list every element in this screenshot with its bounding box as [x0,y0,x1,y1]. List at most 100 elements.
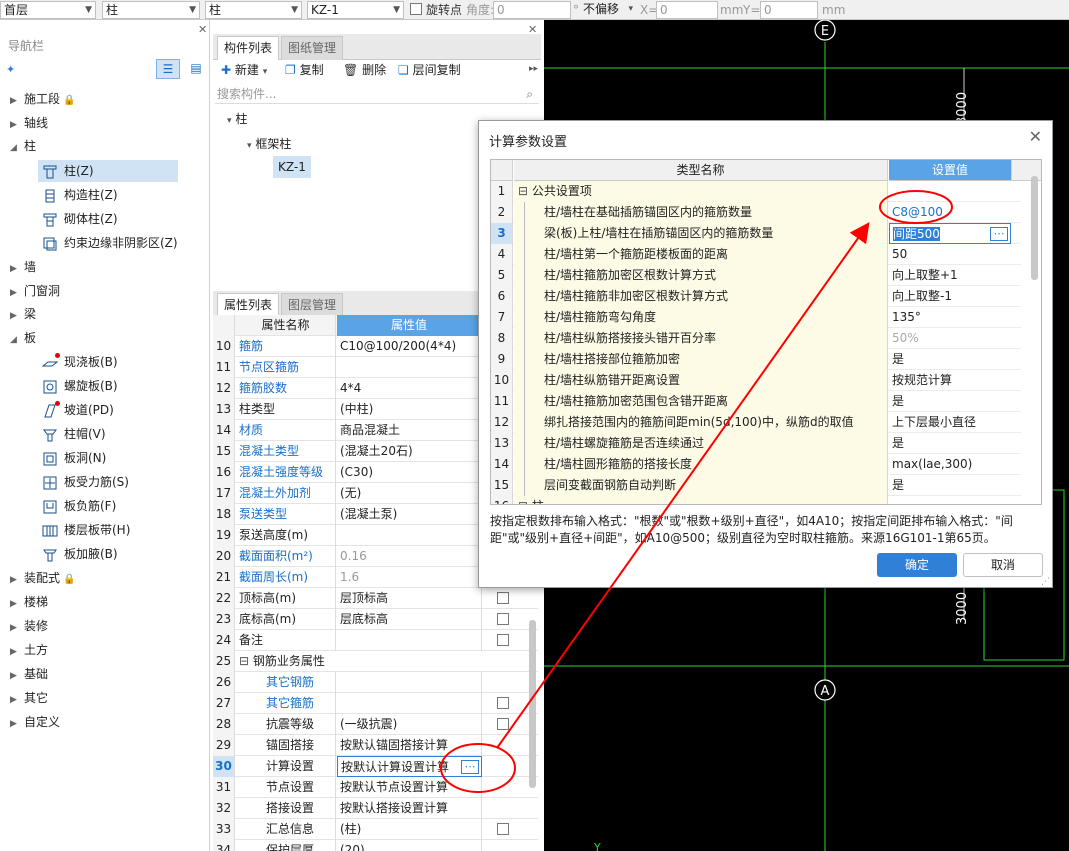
property-value[interactable]: 按默认节点设置计算 [337,777,482,798]
setting-row[interactable]: 2 柱/墙柱在基础插筋锚固区内的箍筋数量 C8@100 [491,202,1021,223]
setting-row[interactable]: 5 柱/墙柱箍筋加密区根数计算方式 向上取整+1 [491,265,1021,286]
nav-group-wall[interactable]: ▶ 墙 [0,256,36,278]
attach-checkbox[interactable] [497,634,509,646]
pin-icon[interactable]: ✦ [6,63,15,76]
property-value[interactable] [337,693,482,714]
tab-component-list[interactable]: 构件列表 [217,36,280,60]
category-select[interactable]: 柱 ▼ [102,1,200,19]
property-value[interactable]: (C30) [337,462,482,483]
nav-group-stairs[interactable]: ▶ 楼梯 [0,591,48,613]
tab-layer-management[interactable]: 图层管理 [281,293,344,317]
setting-row[interactable]: 3 梁(板)上柱/墙柱在插筋锚固区内的箍筋数量 间距500 ⋯ [491,223,1021,244]
property-value[interactable] [337,672,482,693]
nav-item-slab-strip[interactable]: 楼层板带(H) [42,519,130,541]
property-value[interactable]: (混凝土20石) [337,441,482,462]
setting-value[interactable]: 间距500 ⋯ [889,223,1011,244]
setting-row[interactable]: 13 柱/墙柱螺旋箍筋是否连续通过 是 [491,433,1021,454]
property-value[interactable]: 商品混凝土 [337,420,482,441]
collapse-icon[interactable]: ⊟ [518,499,532,504]
setting-row[interactable]: 14 柱/墙柱圆形箍筋的搭接长度 max(lae,300) [491,454,1021,475]
nav-group-foundation[interactable]: ▶ 基础 [0,663,48,685]
property-value[interactable]: 层底标高 [337,609,482,630]
property-value[interactable]: (混凝土泵) [337,504,482,525]
type-select[interactable]: 柱 ▼ [205,1,302,19]
setting-row[interactable]: 15 层间变截面钢筋自动判断 是 [491,475,1021,496]
setting-row[interactable]: 1 ⊟ 公共设置项 [491,181,1021,202]
property-value[interactable] [337,525,482,546]
delete-button[interactable]: 🗑 删除 [343,60,386,80]
angle-input[interactable]: 0 [493,1,571,19]
floor-copy-button[interactable]: ❏ 层间复制 [398,60,461,80]
nav-group-construction-section[interactable]: ▶ 施工段 🔒 [0,88,75,110]
collapse-icon[interactable]: ⊟ [239,654,253,668]
property-value[interactable]: 按默认搭接设置计算 [337,798,482,819]
nav-item-spiral-slab[interactable]: 螺旋板(B) [42,375,118,397]
nav-group-decoration[interactable]: ▶ 装修 [0,615,48,637]
nav-group-prefab[interactable]: ▶ 装配式 🔒 [0,567,75,589]
copy-button[interactable]: ❐ 复制 [285,60,324,80]
cancel-button[interactable]: 取消 [963,553,1043,577]
property-row[interactable]: 27 其它箍筋 [213,693,538,714]
component-search-input[interactable]: 搜索构件... ⌕ [215,84,539,104]
attach-checkbox[interactable] [497,592,509,604]
resize-grip-icon[interactable]: ⋰ [1041,577,1050,587]
collapse-icon[interactable]: ⊟ [518,184,532,198]
grid-view-icon[interactable]: ▤ [185,59,207,79]
nav-group-column[interactable]: ◢ 柱 [0,135,36,157]
setting-value[interactable]: 是 [889,391,1011,412]
close-icon[interactable]: ✕ [198,23,207,36]
nav-item-slab-hole[interactable]: 板洞(N) [42,447,106,469]
y-offset-input[interactable]: 0 [760,1,818,19]
property-row[interactable]: 30 计算设置 按默认计算设置计算 ⋯ [213,756,538,777]
setting-value[interactable]: 是 [889,349,1011,370]
property-value[interactable]: C10@100/200(4*4) [337,336,482,357]
property-value[interactable]: 层顶标高 [337,588,482,609]
property-value[interactable]: 按默认计算设置计算 ⋯ [337,756,482,777]
tab-property-list[interactable]: 属性列表 [217,293,280,317]
setting-value[interactable]: 向上取整+1 [889,265,1011,286]
setting-row[interactable]: 10 柱/墙柱纵筋错开距离设置 按规范计算 [491,370,1021,391]
nav-item-slab-rebar[interactable]: 板受力筋(S) [42,471,129,493]
property-row[interactable]: 29 锚固搭接 按默认锚固搭接计算 [213,735,538,756]
ellipsis-button[interactable]: ⋯ [990,227,1008,241]
setting-value[interactable] [889,496,1011,504]
component-select[interactable]: KZ-1 ▼ [307,1,404,19]
nav-group-axis[interactable]: ▶ 轴线 [0,112,48,134]
x-offset-input[interactable]: 0 [656,1,718,19]
nav-item-slab-haunch[interactable]: 板加腋(B) [42,543,118,565]
property-row[interactable]: 28 抗震等级 (一级抗震) [213,714,538,735]
offset-mode-select[interactable]: 不偏移 ▾ [580,1,636,19]
nav-item-negative-rebar[interactable]: 板负筋(F) [42,495,116,517]
attach-checkbox[interactable] [497,823,509,835]
setting-value[interactable]: C8@100 [889,202,1011,223]
grid-scrollbar[interactable] [1031,176,1038,280]
setting-value[interactable]: 50% [889,328,1011,349]
floor-select[interactable]: 首层 ▼ [0,1,96,19]
nav-item-masonry-column[interactable]: 砌体柱(Z) [42,208,118,230]
property-value[interactable]: 1.6 [337,567,482,588]
list-view-icon[interactable]: ☰ [156,59,180,79]
setting-row[interactable]: 12 绑扎搭接范围内的箍筋间距min(5d,100)中，纵筋d的取值 上下层最小直径 [491,412,1021,433]
property-value[interactable]: 按默认锚固搭接计算 [337,735,482,756]
nav-item-column-cap[interactable]: 柱帽(V) [42,423,106,445]
setting-row[interactable]: 8 柱/墙柱纵筋搭接接头错开百分率 50% [491,328,1021,349]
attach-checkbox[interactable] [497,697,509,709]
ellipsis-button[interactable]: ⋯ [461,760,479,774]
setting-value[interactable]: 135° [889,307,1011,328]
setting-value[interactable]: 是 [889,433,1011,454]
nav-item-cast-slab[interactable]: 现浇板(B) [41,351,118,373]
attach-checkbox[interactable] [497,718,509,730]
property-row[interactable]: 23 底标高(m) 层底标高 [213,609,538,630]
property-value[interactable]: (20) [337,840,482,851]
setting-row[interactable]: 4 柱/墙柱第一个箍筋距楼板面的距离 50 [491,244,1021,265]
setting-value[interactable]: max(lae,300) [889,454,1011,475]
property-row[interactable]: 31 节点设置 按默认节点设置计算 [213,777,538,798]
attach-checkbox[interactable] [497,613,509,625]
setting-value[interactable]: 是 [889,475,1011,496]
nav-item-constructional-column[interactable]: 构造柱(Z) [42,184,118,206]
setting-value[interactable]: 按规范计算 [889,370,1011,391]
rotate-point-checkbox[interactable] [410,3,422,15]
setting-row[interactable]: 9 柱/墙柱搭接部位箍筋加密 是 [491,349,1021,370]
property-row[interactable]: 25 ⊟ 钢筋业务属性 [213,651,538,672]
property-row[interactable]: 34 保护层厚 (20) [213,840,538,851]
